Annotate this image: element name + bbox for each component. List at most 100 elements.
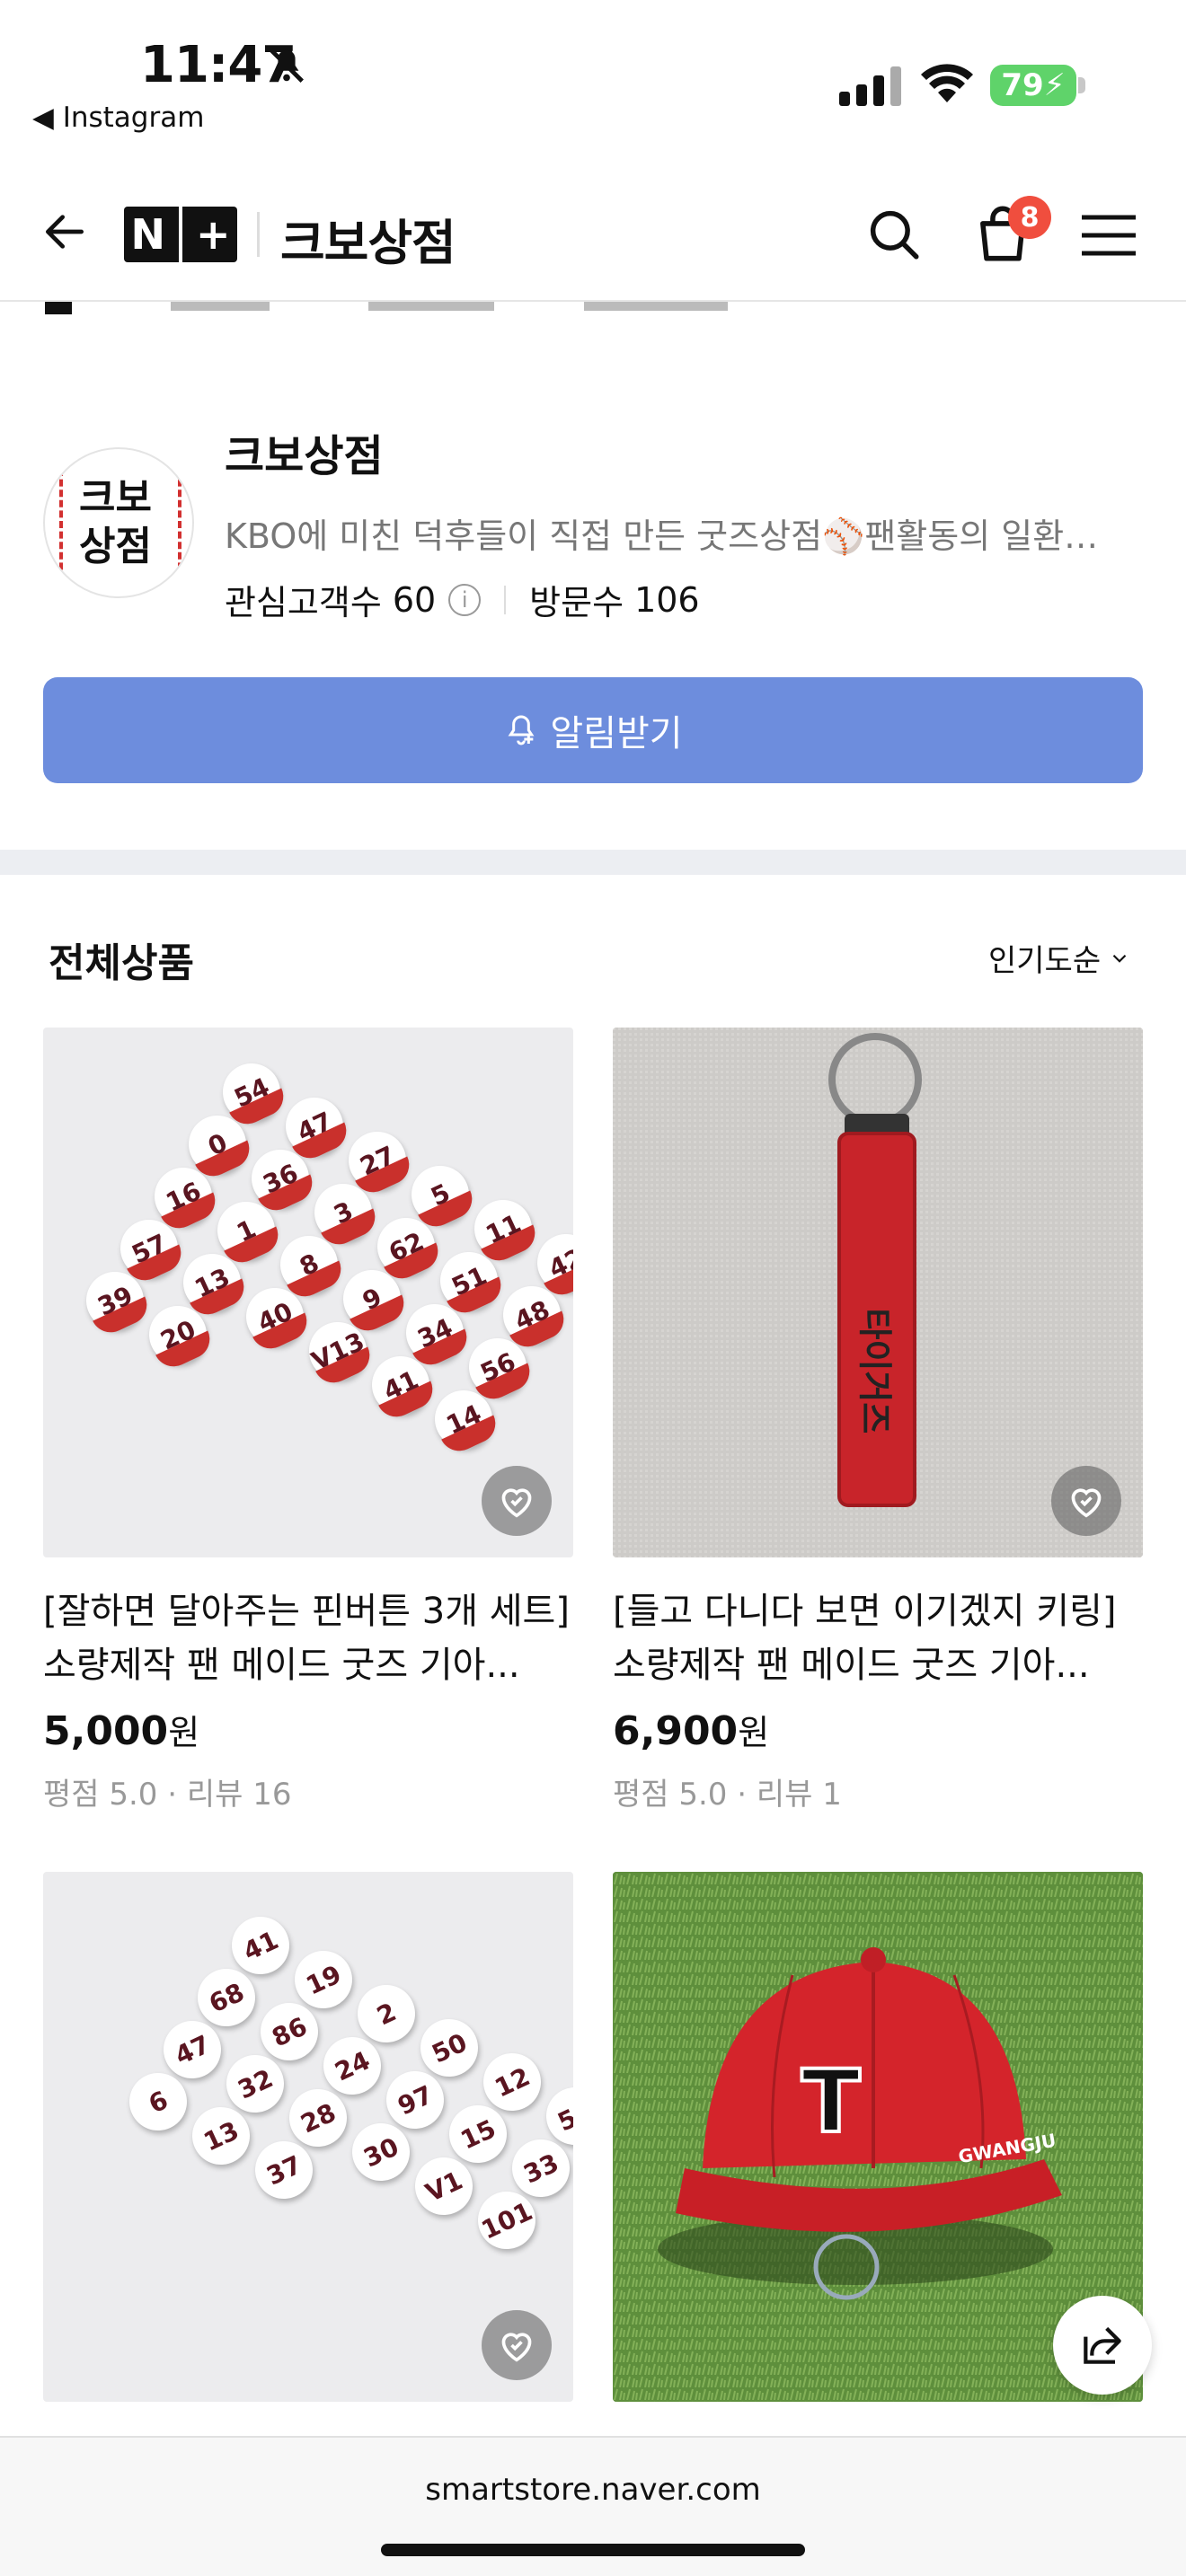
pin-number: 30 — [358, 2130, 403, 2174]
product-image-keyring[interactable]: 타이거즈 — [613, 1028, 1143, 1557]
tab-active-marker — [45, 302, 72, 314]
product-image-pins[interactable]: 54 47 27 5 11 42 0 36 3 62 51 48 16 1 8 9 34 56 57 13 40 V13 4… — [43, 1028, 573, 1557]
pin-number: 8 — [295, 1247, 323, 1283]
price-currency: 원 — [168, 1713, 200, 1752]
pin-number: 1 — [232, 1213, 261, 1248]
product-price: 5,000원 — [43, 1705, 199, 1754]
favorite-heart-button[interactable] — [482, 1466, 552, 1536]
pin-number: 86 — [267, 2010, 312, 2053]
product-image-pins-2[interactable]: 41 19 2 50 12 53 68 86 24 97 15 33 47 32 28 30 V1 101 6 13 3… — [43, 1872, 573, 2402]
pin-number: 28 — [296, 2096, 341, 2139]
info-icon[interactable]: i — [448, 583, 482, 616]
share-button[interactable] — [1053, 2296, 1152, 2395]
cart-count-badge: 8 — [1008, 196, 1051, 239]
avatar-text-line-2: 상점 — [79, 524, 152, 569]
charging-bolt-icon: ⚡ — [1043, 67, 1066, 103]
followers-label: 관심고객수 — [225, 583, 382, 622]
tab-peek-3[interactable] — [368, 302, 494, 311]
pin-number: 2 — [372, 1996, 401, 2032]
hamburger-menu-icon[interactable] — [1080, 212, 1137, 262]
pin-number: 41 — [238, 1924, 283, 1967]
pin-number: 0 — [203, 1126, 232, 1162]
share-icon — [1084, 2326, 1121, 2364]
battery-cap — [1078, 77, 1085, 93]
pin-number: 51 — [447, 1259, 491, 1302]
pin-number: 47 — [170, 2028, 215, 2071]
price-value: 6,900 — [613, 1708, 739, 1754]
back-arrow-icon[interactable] — [40, 207, 90, 260]
status-bar: 11:47 ◀ Instagram 79 ⚡ — [0, 0, 1186, 162]
pin-number: 101 — [476, 2195, 537, 2245]
avatar-text-line-1: 크보 — [79, 475, 152, 521]
wifi-icon — [920, 63, 974, 108]
pin-number: 54 — [229, 1071, 274, 1114]
price-value: 5,000 — [43, 1708, 169, 1754]
product-title-line-1: [들고 다니다 보면 이기겠지 키링] — [613, 1591, 1117, 1632]
price-currency: 원 — [738, 1713, 770, 1752]
rating-label: 평점 5.0 — [613, 1777, 728, 1813]
product-title[interactable]: [잘하면 달아주는 핀버튼 3개 세트] 소량제작 팬 메이드 굿즈 기아... — [43, 1584, 582, 1692]
stats-separator — [504, 585, 507, 614]
pin-number: 3 — [329, 1195, 358, 1231]
pin-number: 47 — [292, 1105, 337, 1148]
followers-value: 60 — [392, 579, 437, 620]
all-products-title: 전체상품 — [49, 940, 194, 986]
pin-number: 20 — [155, 1313, 200, 1356]
avatar-stitch-left — [59, 469, 75, 580]
pin-number: 68 — [204, 1976, 249, 2019]
cell-signal-icon — [839, 65, 902, 110]
battery-indicator: 79 ⚡ — [990, 65, 1076, 106]
pin-number: 32 — [233, 2062, 278, 2105]
pin-number: 6 — [144, 2084, 173, 2120]
pin-number: 9 — [358, 1281, 386, 1317]
header-separator — [257, 212, 260, 257]
favorite-heart-button[interactable] — [1051, 1466, 1121, 1536]
logo-plus: + — [195, 210, 231, 259]
pin-number: 15 — [456, 2113, 500, 2156]
pin-number: 53 — [553, 2095, 573, 2138]
review-count: 리뷰 16 — [186, 1777, 292, 1813]
store-title[interactable]: 크보상점 — [280, 203, 456, 274]
product-title-line-1: [잘하면 달아주는 핀버튼 3개 세트] — [43, 1591, 570, 1632]
pin-number: 48 — [509, 1293, 554, 1337]
naver-plus-logo[interactable]: N + — [124, 207, 237, 262]
alert-button-label: 알림받기 — [550, 714, 683, 754]
store-avatar[interactable]: 크보 상점 — [43, 447, 194, 598]
logo-divider — [178, 207, 182, 262]
store-header: N + 크보상점 8 — [0, 180, 1186, 302]
profile-description[interactable]: KBO에 미친 덕후들이 직접 만든 굿즈상점⚾️팬활동의 일환… — [225, 508, 1141, 558]
product-rating-meta: 평점 5.0 · 리뷰 1 — [613, 1777, 842, 1813]
pin-number: 62 — [384, 1225, 429, 1268]
pin-number: 27 — [355, 1139, 400, 1182]
tab-peek-2[interactable] — [171, 302, 270, 311]
product-title-line-2: 소량제작 팬 메이드 굿즈 기아... — [43, 1645, 520, 1686]
pin-number: 41 — [378, 1363, 423, 1407]
home-indicator[interactable] — [381, 2544, 805, 2556]
search-icon[interactable] — [864, 205, 924, 268]
avatar-stitch-right — [165, 469, 181, 580]
pin-number: 42 — [544, 1241, 573, 1284]
sort-dropdown[interactable]: 인기도순 — [988, 936, 1131, 980]
bell-off-icon — [266, 45, 307, 90]
pin-number: 5 — [426, 1177, 455, 1213]
chevron-down-icon — [1112, 954, 1127, 963]
back-to-instagram[interactable]: ◀ Instagram — [32, 101, 204, 134]
favorite-heart-button[interactable] — [482, 2310, 552, 2380]
pin-number: 11 — [481, 1207, 526, 1250]
product-title-line-2: 소량제작 팬 메이드 굿즈 기아... — [613, 1645, 1090, 1686]
tab-peek-4[interactable] — [584, 302, 728, 311]
pin-number: 14 — [441, 1398, 486, 1441]
pin-number: 19 — [301, 1958, 346, 2001]
url-text[interactable]: smartstore.naver.com — [0, 2472, 1186, 2508]
tab-strip-scrolled — [0, 302, 1186, 316]
section-divider — [0, 850, 1186, 875]
product-title[interactable]: [들고 다니다 보면 이기겠지 키링] 소량제작 팬 메이드 굿즈 기아... — [613, 1584, 1152, 1692]
cap-letter: T — [800, 2050, 863, 2154]
pin-number: V1 — [420, 2165, 467, 2208]
pin-number: 13 — [190, 1261, 235, 1304]
pin-number: 13 — [199, 2114, 243, 2157]
pin-number: 56 — [475, 1345, 520, 1389]
subscribe-alert-button[interactable]: 알림받기 — [43, 677, 1143, 783]
bell-plus-icon — [508, 715, 535, 745]
pin-number: 34 — [412, 1311, 457, 1354]
